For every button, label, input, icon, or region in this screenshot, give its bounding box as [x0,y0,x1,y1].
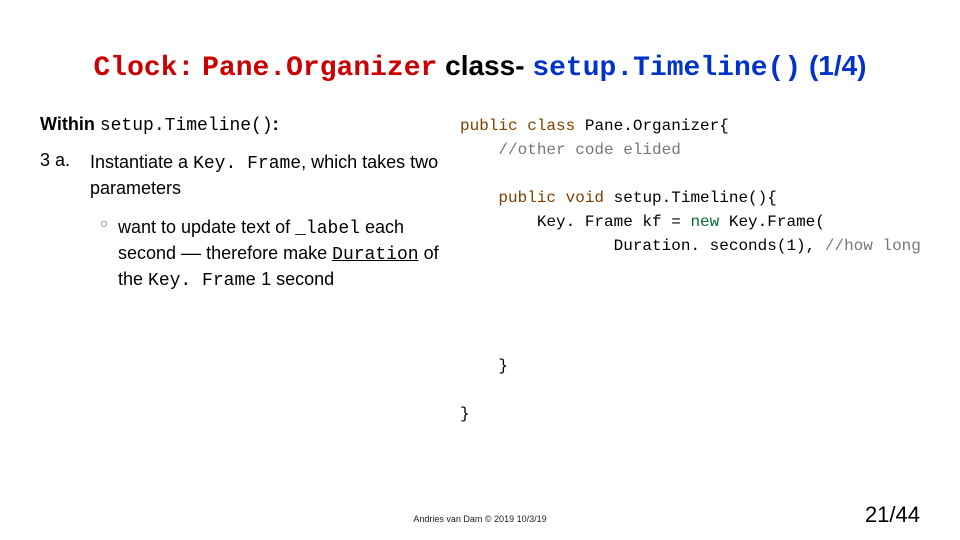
kw-new: new [690,213,719,231]
step-code: Key. Frame [193,154,301,174]
within-line: Within setup.Timeline(): [40,114,440,136]
title-pager: (1/4) [809,50,867,81]
code-kf-decl: Key. Frame kf = [460,213,690,231]
sub-c1: _label [295,219,360,239]
title-clock: Clock: [93,53,194,84]
sub-p4: 1 second [256,269,334,289]
kw-class: class [527,117,575,135]
code-method: setup.Timeline(){ [604,189,777,207]
code-comment-elided: //other code elided [460,141,681,159]
slide-title: Clock: Pane.Organizer class- setup.Timel… [40,50,920,84]
kw-public-2: public [498,189,556,207]
sub-c2: Duration [332,245,418,265]
title-method: setup.Timeline() [532,53,801,84]
within-suffix: : [273,114,279,134]
step-text: Instantiate a Key. Frame, which takes tw… [90,150,440,201]
body: Within setup.Timeline(): 3 a. Instantiat… [40,114,920,426]
code-duration: Duration. seconds(1), [460,237,825,255]
substep: ○ want to update text of _label each sec… [90,215,440,294]
left-column: Within setup.Timeline(): 3 a. Instantiat… [40,114,440,293]
step-number: 3 a. [40,150,90,171]
substep-text: want to update text of _label each secon… [118,215,440,294]
kw-public-1: public [460,117,518,135]
slide: Clock: Pane.Organizer class- setup.Timel… [0,0,960,540]
code-brace-close-2: } [460,405,470,423]
circle-bullet-icon: ○ [90,215,118,231]
code-classname: Pane.Organizer{ [575,117,729,135]
kw-void: void [566,189,604,207]
code-comment-howlong: //how long [825,237,921,255]
step-3a: 3 a. Instantiate a Key. Frame, which tak… [40,150,440,201]
within-code: setup.Timeline() [100,116,273,136]
code-block: public class Pane.Organizer{ //other cod… [460,114,921,426]
step-text-a: Instantiate a [90,152,193,172]
footer-credit: Andries van Dam © 2019 10/3/19 [413,514,546,524]
title-word-class: class- [445,50,524,81]
title-class: Pane.Organizer [202,53,437,84]
sub-p1: want to update text of [118,217,295,237]
within-prefix: Within [40,114,100,134]
sub-c3: Key. Frame [148,271,256,291]
code-brace-close-1: } [460,357,508,375]
footer-page: 21/44 [865,502,920,528]
